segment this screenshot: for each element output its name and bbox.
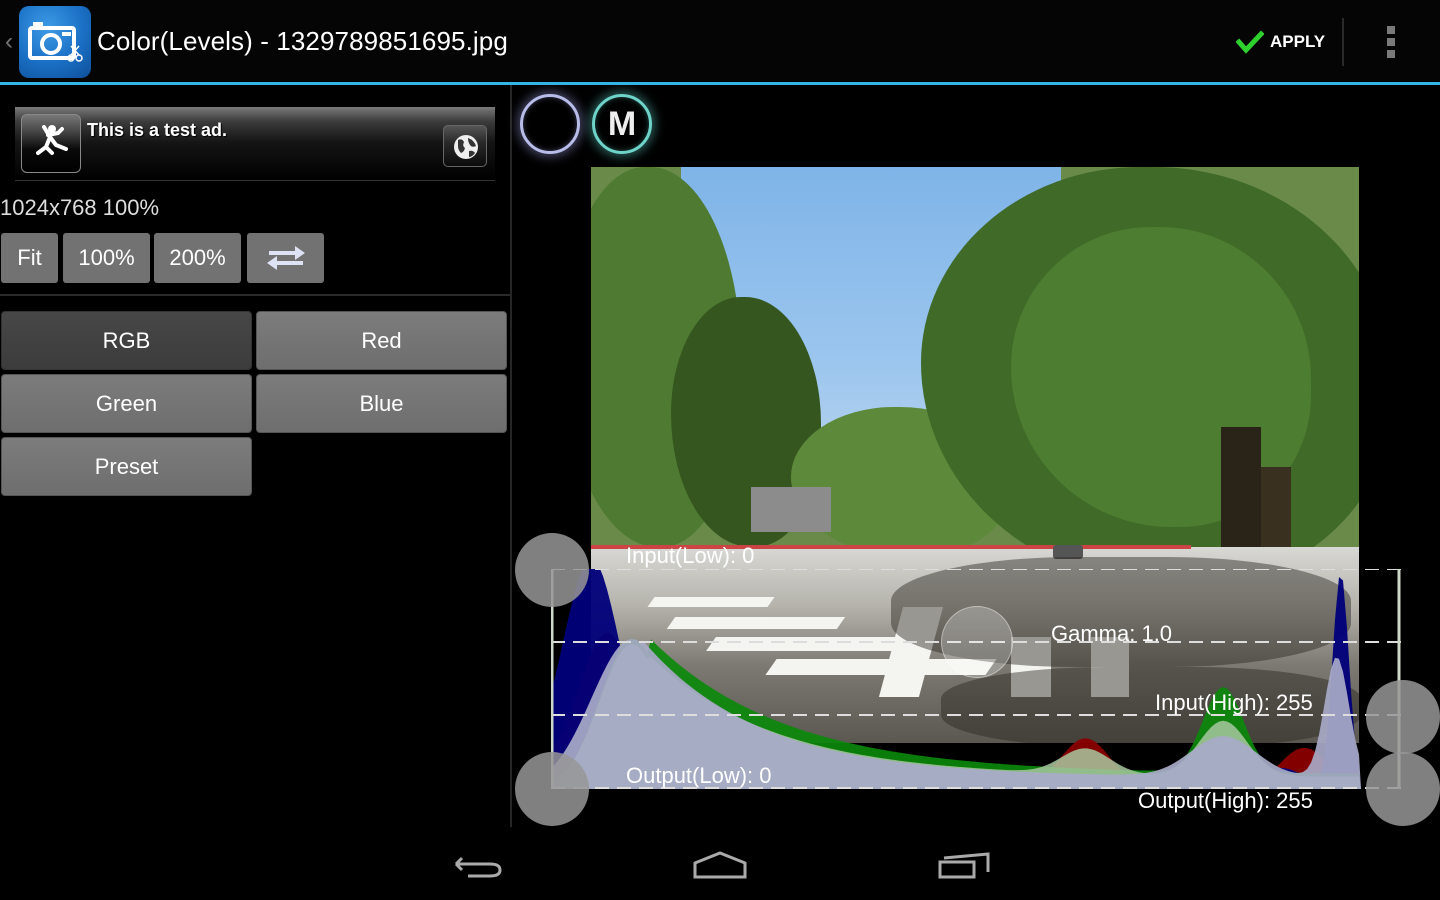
gamma-label: Gamma: 1.0 [1051, 621, 1173, 646]
ad-separator [15, 180, 495, 181]
zoom-200-button[interactable]: 200% [154, 233, 241, 283]
chevron-left-icon[interactable]: ‹ [5, 28, 17, 56]
channel-green-button[interactable]: Green [1, 374, 252, 433]
output-high-handle[interactable] [1366, 752, 1440, 826]
crosswalk-stripe [666, 617, 846, 629]
input-high-handle[interactable] [1366, 680, 1440, 754]
zoom-100-button[interactable]: 100% [63, 233, 150, 283]
input-low-label: Input(Low): 0 [626, 543, 755, 568]
back-icon [454, 856, 502, 878]
ad-banner[interactable]: This is a test ad. [15, 107, 495, 180]
zoom-fit-button[interactable]: Fit [1, 233, 58, 283]
action-bar: ‹ Color(Levels) - 1329789851695.jpg APPL… [0, 0, 1440, 82]
back-button[interactable] [438, 840, 518, 890]
globe-icon[interactable] [443, 125, 487, 167]
section-divider [0, 294, 510, 296]
running-man-icon [21, 114, 81, 173]
camera-scissors-icon[interactable] [19, 6, 91, 78]
app-root: ‹ Color(Levels) - 1329789851695.jpg APPL… [0, 0, 1440, 900]
recent-apps-button[interactable] [924, 840, 1004, 890]
preset-button[interactable]: Preset [1, 437, 252, 496]
channel-red-button[interactable]: Red [256, 311, 507, 370]
crosswalk-stripe [647, 597, 775, 607]
channel-rgb-button[interactable]: RGB [1, 311, 252, 370]
background-building [751, 487, 831, 532]
swap-arrows-icon [266, 246, 305, 270]
channel-blue-button[interactable]: Blue [256, 374, 507, 433]
mode-off-button[interactable] [520, 94, 580, 154]
apply-label: APPLY [1270, 32, 1326, 51]
mode-manual-button[interactable]: M [592, 94, 652, 154]
overflow-menu-icon[interactable] [1370, 20, 1414, 64]
recent-apps-icon [938, 852, 990, 879]
page-title: Color(Levels) - 1329789851695.jpg [97, 26, 508, 56]
output-high-label: Output(High): 255 [1138, 788, 1313, 813]
ad-text: This is a test ad. [87, 120, 228, 140]
image-info: 1024x768 100% [0, 195, 160, 220]
left-panel: This is a test ad. 1024x768 100% Fit 100… [0, 85, 510, 827]
input-high-label: Input(High): 255 [1155, 690, 1313, 715]
output-low-handle[interactable] [515, 752, 589, 826]
actionbar-divider [1342, 18, 1344, 66]
crosswalk-stripe [706, 637, 916, 651]
home-icon [693, 851, 747, 879]
apply-button[interactable]: APPLY [1236, 18, 1340, 66]
output-low-label: Output(Low): 0 [626, 763, 772, 788]
input-low-handle[interactable] [515, 533, 589, 607]
gamma-handle[interactable] [941, 606, 1013, 678]
panel-divider [510, 85, 512, 827]
home-button[interactable] [680, 840, 760, 890]
checkmark-icon [1236, 30, 1264, 54]
compare-toggle-button[interactable] [247, 233, 324, 283]
